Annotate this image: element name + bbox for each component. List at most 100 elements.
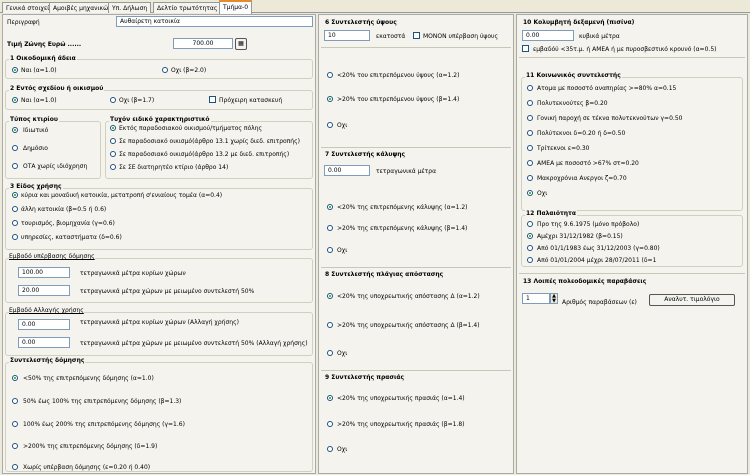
side-0-label: <20% της υποχρεωτικής απόστασης Δ (α=1.2…: [337, 293, 480, 300]
excess-main-input[interactable]: 100.00: [18, 267, 70, 278]
age-1-label: Αμέχρι 31/12/1982 (β=0.15): [537, 233, 623, 240]
description-input[interactable]: Αυθαίρετη κατοικία: [116, 16, 313, 27]
side-distance-title: 8 Συντελεστής πλάγιας απόστασης: [325, 271, 444, 278]
ratio-0-radio[interactable]: [12, 375, 18, 381]
special-2-radio[interactable]: [110, 151, 116, 157]
plan-no-radio[interactable]: [110, 97, 116, 103]
excess-reduced-input[interactable]: 20.00: [18, 285, 70, 296]
type-ota-label: ΟΤΑ χωρίς ιδιόχρηση: [23, 163, 88, 170]
height-input[interactable]: 10: [324, 30, 370, 41]
permit-yes-radio[interactable]: [12, 67, 18, 73]
front-0-radio[interactable]: [327, 395, 333, 401]
tab-declaration[interactable]: Υπ. Δήλωση: [108, 2, 152, 13]
ratio-1-radio[interactable]: [12, 398, 18, 404]
social-3-radio[interactable]: [527, 130, 533, 136]
pool-input[interactable]: 0.00: [522, 30, 574, 41]
change-reduced-input[interactable]: 0.00: [18, 337, 70, 348]
ratio-4-label: Χωρίς υπέρβαση δόμησης (ε=0.20 ή 0.40): [23, 464, 151, 471]
violations-spinner[interactable]: ▲ ▼: [550, 293, 558, 304]
change-main-input[interactable]: 0.00: [18, 319, 70, 330]
permit-no-label: Οχι (β=2.0): [171, 67, 207, 74]
divider: [519, 57, 745, 58]
plan-yes-radio[interactable]: [12, 97, 18, 103]
tab-fees[interactable]: Αμοιβές μηχανικών: [49, 2, 116, 13]
excess-area-title: Εμβαδό υπέρβασης δόμησης: [9, 253, 95, 260]
special-2-label: Σε παραδοσιακό οικισμό(άρθρο 13.2 με διε…: [119, 151, 290, 158]
pool-exemption-checkbox[interactable]: [522, 45, 529, 52]
permit-yes-label: Ναι (α=1.0): [21, 67, 57, 74]
side-1-radio[interactable]: [327, 322, 333, 328]
plan-no-label: Οχι (β=1.7): [119, 97, 155, 104]
age-1-radio[interactable]: [527, 233, 533, 239]
temporary-construction-label: Πρόχειρη κατασκευή: [219, 97, 283, 104]
special-0-radio[interactable]: [110, 125, 116, 131]
age-2-label: Από 01/1/1983 έως 31/12/2003 (γ=0.80): [537, 245, 660, 252]
detailed-pricing-button[interactable]: Αναλυτ. τιμολόγιο: [649, 294, 735, 306]
side-1-label: >20% της υποχρεωτικής απόστασης Δ (β=1.4…: [337, 322, 480, 329]
height-2-radio[interactable]: [327, 122, 333, 128]
use-0-radio[interactable]: [12, 192, 18, 198]
calc-button[interactable]: ▦: [235, 38, 247, 50]
violations-count-input[interactable]: 1: [522, 293, 550, 304]
change-reduced-label: τετραγωνικά μέτρα χώρων με μειωμένο συντ…: [80, 340, 308, 347]
coverage-2-label: Οχι: [337, 247, 348, 254]
divider: [321, 47, 511, 48]
permit-no-radio[interactable]: [162, 67, 168, 73]
use-1-radio[interactable]: [12, 206, 18, 212]
social-factor-group: [521, 77, 743, 211]
height-0-label: <20% του επιτρεπόμενου ύψους (α=1.2): [337, 72, 460, 79]
social-1-radio[interactable]: [527, 100, 533, 106]
front-1-radio[interactable]: [327, 421, 333, 427]
right-panel: 10 Κολυμβητή δεξαμενή (πισίνα) 0.00 κυβι…: [516, 14, 748, 474]
social-1-label: Πολυτεκνούτες β=0.20: [537, 100, 608, 107]
social-7-radio[interactable]: [527, 190, 533, 196]
height-0-radio[interactable]: [327, 72, 333, 78]
age-2-radio[interactable]: [527, 245, 533, 251]
use-3-radio[interactable]: [12, 234, 18, 240]
temporary-construction-checkbox[interactable]: [209, 96, 216, 103]
type-private-label: Ιδιωτικό: [23, 127, 49, 134]
social-2-label: Γονική παροχή σε τέκνα πολυτεκνούτων γ=0…: [537, 115, 683, 122]
ratio-4-radio[interactable]: [12, 464, 18, 470]
excess-reduced-label: τετραγωνικά μέτρα χώρων με μειωμένο συντ…: [80, 288, 255, 295]
coverage-input[interactable]: 0.00: [324, 165, 370, 176]
front-0-label: <20% της υποχρεωτικής πρασιάς (α=1.4): [337, 395, 465, 402]
zone-price-input[interactable]: 700.00: [173, 38, 233, 49]
special-3-radio[interactable]: [110, 164, 116, 170]
tab-vulnerability[interactable]: Δελτίο τρωτότητας: [153, 2, 222, 13]
social-2-radio[interactable]: [527, 115, 533, 121]
front-2-radio[interactable]: [327, 446, 333, 452]
type-private-radio[interactable]: [12, 127, 18, 133]
side-2-label: Οχι: [337, 350, 348, 357]
social-6-radio[interactable]: [527, 175, 533, 181]
height-unit: εκατοστά: [376, 33, 406, 40]
age-3-radio[interactable]: [527, 257, 533, 263]
height-1-radio[interactable]: [327, 96, 333, 102]
side-0-radio[interactable]: [327, 293, 333, 299]
social-4-radio[interactable]: [527, 145, 533, 151]
front-yard-title: 9 Συντελεστής πρασιάς: [325, 374, 405, 381]
coverage-0-radio[interactable]: [327, 204, 333, 210]
coverage-unit: τετραγωνικά μέτρα: [376, 168, 437, 175]
within-plan-title: 2 Εντός σχεδίου ή οικισμού: [9, 85, 105, 92]
pool-title: 10 Κολυμβητή δεξαμενή (πισίνα): [523, 19, 635, 26]
social-5-radio[interactable]: [527, 160, 533, 166]
coverage-2-radio[interactable]: [327, 247, 333, 253]
social-0-radio[interactable]: [527, 85, 533, 91]
ratio-2-radio[interactable]: [12, 421, 18, 427]
type-ota-radio[interactable]: [12, 163, 18, 169]
ratio-3-radio[interactable]: [12, 443, 18, 449]
use-2-radio[interactable]: [12, 220, 18, 226]
side-2-radio[interactable]: [327, 350, 333, 356]
age-3-label: Από 01/01/2004 μέχρι 28/07/2011 (δ=1: [537, 257, 657, 264]
social-6-label: Μακροχρόνια Ανεργοι ζ=0.70: [537, 175, 627, 182]
plan-yes-label: Ναι (α=1.0): [21, 97, 57, 104]
coverage-1-radio[interactable]: [327, 225, 333, 231]
tab-section-0[interactable]: Τμήμα-0: [219, 0, 253, 14]
front-2-label: Οχι: [337, 446, 348, 453]
special-1-radio[interactable]: [110, 138, 116, 144]
use-1-label: άλλη κατοικία (β=0.5 ή 0.6): [21, 206, 107, 213]
age-0-radio[interactable]: [527, 221, 533, 227]
height-only-checkbox[interactable]: [413, 32, 420, 39]
type-public-radio[interactable]: [12, 145, 18, 151]
